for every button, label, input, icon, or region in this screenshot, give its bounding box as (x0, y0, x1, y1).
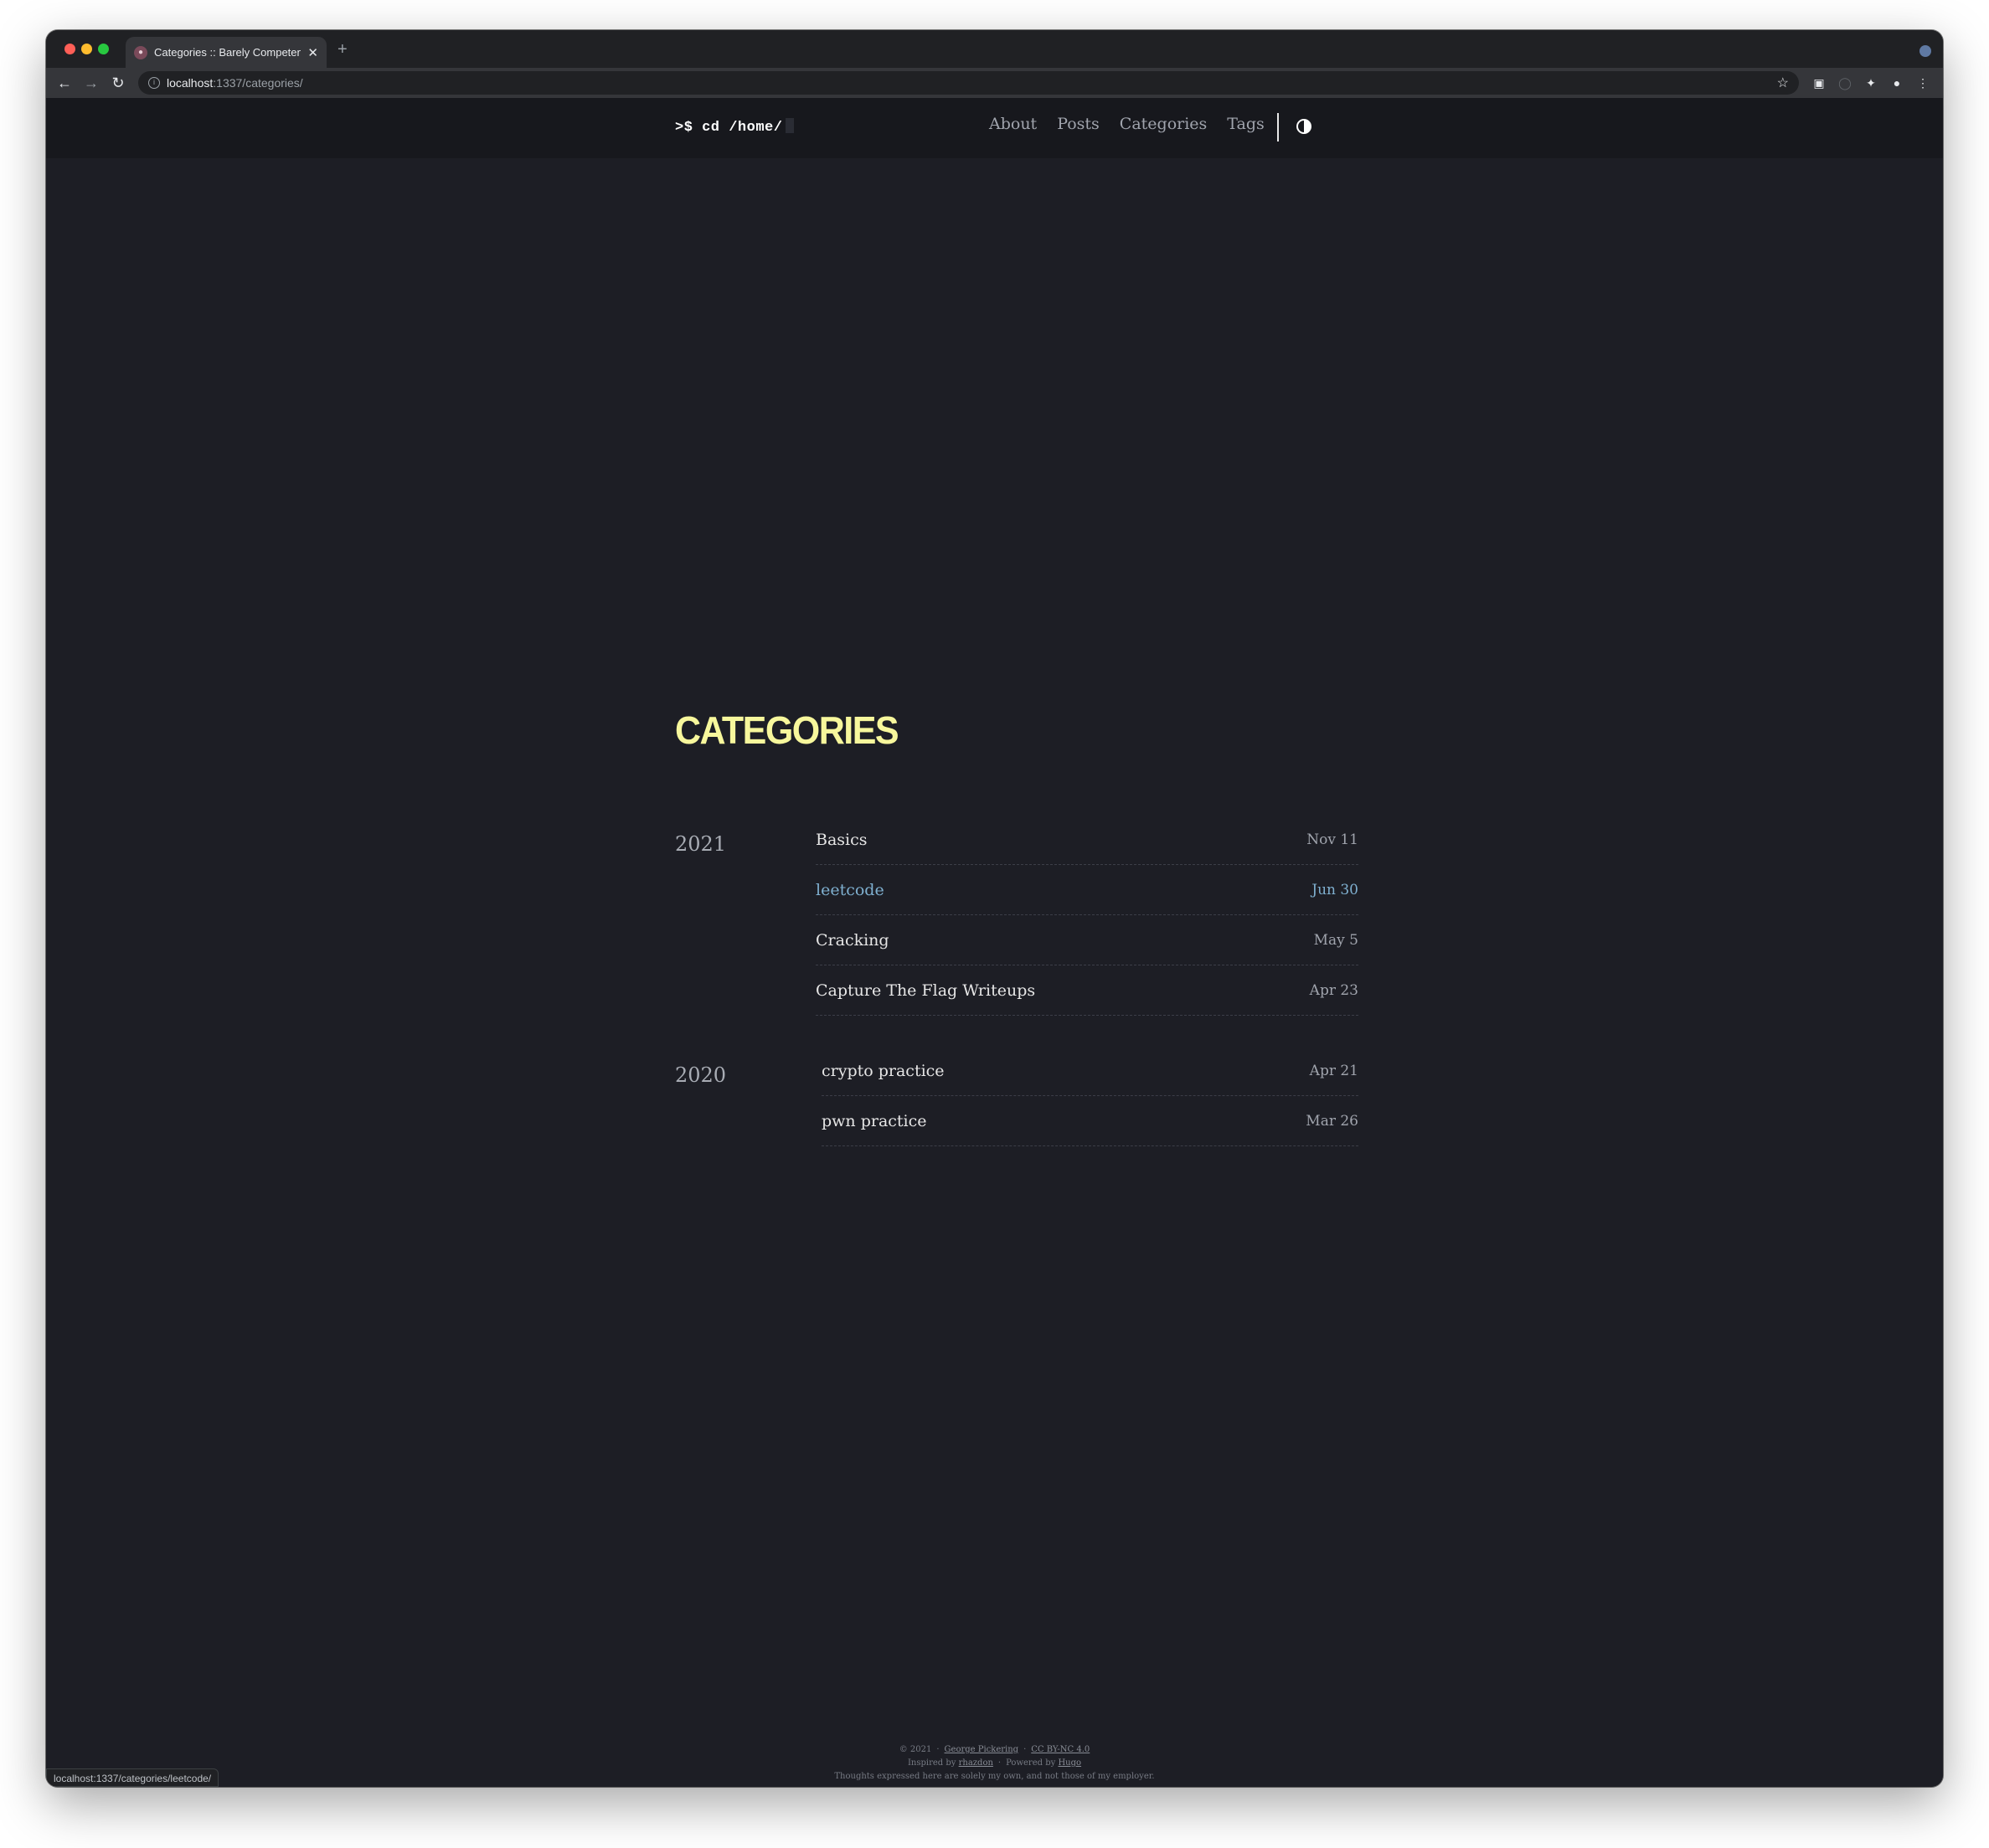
year-label: 2020 (675, 1063, 727, 1087)
profile-indicator-icon[interactable] (1919, 45, 1931, 57)
browser-tab[interactable]: ● Categories :: Barely Competent ✕ (126, 37, 327, 68)
site-header: >$ cd /home/ About Posts Categories Tags (46, 98, 1943, 158)
list-item[interactable]: crypto practice Apr 21 (822, 1046, 1358, 1096)
list-item[interactable]: Cracking May 5 (816, 915, 1358, 965)
bookmark-star-icon[interactable]: ☆ (1777, 75, 1789, 91)
menu-about[interactable]: About (989, 115, 1037, 133)
extension-disabled-icon[interactable]: ◯ (1837, 75, 1853, 91)
footer-disclaimer: Thoughts expressed here are solely my ow… (834, 1772, 1155, 1781)
forward-icon[interactable]: → (81, 73, 101, 93)
footer-line-2: Inspired by rhazdon · Powered by Hugo (907, 1758, 1082, 1768)
new-tab-button[interactable]: + (338, 41, 348, 58)
category-link[interactable]: Cracking (816, 931, 889, 950)
category-link[interactable]: Capture The Flag Writeups (816, 981, 1035, 1000)
category-date: Nov 11 (1306, 831, 1358, 848)
address-bar[interactable]: i localhost :1337/categories/ ☆ (138, 71, 1799, 95)
category-date: Mar 26 (1306, 1112, 1358, 1130)
browser-toolbar: ← → ↻ i localhost :1337/categories/ ☆ ▣ … (46, 68, 1943, 98)
inspired-link[interactable]: rhazdon (959, 1758, 993, 1768)
author-link[interactable]: George Pickering (945, 1745, 1019, 1754)
site-footer: © 2021 · George Pickering · CC BY-NC 4.0 Ins… (46, 1743, 1943, 1784)
tab-title: Categories :: Barely Competent (154, 46, 301, 59)
extension-icon[interactable]: ▣ (1811, 75, 1827, 91)
profile-avatar-icon[interactable]: ● (1889, 75, 1905, 91)
inspired-prefix: Inspired by (907, 1758, 956, 1768)
year-label: 2021 (675, 832, 727, 856)
link-status-bar: localhost:1337/categories/leetcode/ (46, 1768, 219, 1787)
list-item[interactable]: pwn practice Mar 26 (822, 1096, 1358, 1146)
powered-link[interactable]: Hugo (1058, 1758, 1081, 1768)
favicon-icon: ● (134, 45, 147, 59)
license-link[interactable]: CC BY-NC 4.0 (1031, 1745, 1090, 1754)
page-title: CATEGORIES (675, 709, 899, 753)
close-tab-icon[interactable]: ✕ (307, 45, 318, 60)
browser-window: ● Categories :: Barely Competent ✕ + ← →… (46, 30, 1943, 1787)
minimize-window-button[interactable] (81, 44, 92, 54)
list-item[interactable]: Basics Nov 11 (816, 815, 1358, 865)
site-logo[interactable]: >$ cd /home/ (675, 118, 795, 136)
category-date: Apr 21 (1309, 1062, 1358, 1079)
site-info-icon[interactable]: i (148, 77, 160, 89)
category-link[interactable]: Basics (816, 831, 868, 849)
puzzle-extensions-icon[interactable]: ✦ (1863, 75, 1879, 91)
list-item[interactable]: Capture The Flag Writeups Apr 23 (816, 965, 1358, 1016)
reload-icon[interactable]: ↻ (108, 73, 128, 93)
category-link[interactable]: pwn practice (822, 1112, 927, 1130)
url-host: localhost (167, 76, 214, 90)
logo-text: >$ cd /home/ (675, 120, 783, 136)
menu-kebab-icon[interactable]: ⋮ (1914, 75, 1931, 91)
powered-prefix: Powered by (1006, 1758, 1056, 1768)
category-link[interactable]: crypto practice (822, 1062, 945, 1080)
back-icon[interactable]: ← (54, 73, 75, 93)
list-item[interactable]: leetcode Jun 30 (816, 865, 1358, 915)
menu-categories[interactable]: Categories (1120, 115, 1208, 133)
menu-posts[interactable]: Posts (1057, 115, 1100, 133)
page-content: >$ cd /home/ About Posts Categories Tags… (46, 98, 1943, 1787)
category-date: May 5 (1313, 931, 1358, 949)
close-window-button[interactable] (64, 44, 75, 54)
main-menu: About Posts Categories Tags (989, 115, 1265, 133)
maximize-window-button[interactable] (98, 44, 109, 54)
category-link[interactable]: leetcode (816, 881, 884, 899)
category-date: Jun 30 (1311, 881, 1358, 898)
copyright-text: © 2021 (899, 1745, 932, 1754)
tab-strip: ● Categories :: Barely Competent ✕ + (46, 30, 1943, 68)
menu-tags[interactable]: Tags (1227, 115, 1264, 133)
menu-divider (1277, 113, 1279, 142)
category-date: Apr 23 (1309, 981, 1358, 999)
url-path: :1337/categories/ (213, 76, 303, 90)
footer-line-1: © 2021 · George Pickering · CC BY-NC 4.0 (899, 1745, 1090, 1754)
theme-toggle-icon[interactable] (1296, 118, 1312, 135)
terminal-cursor (786, 118, 795, 133)
